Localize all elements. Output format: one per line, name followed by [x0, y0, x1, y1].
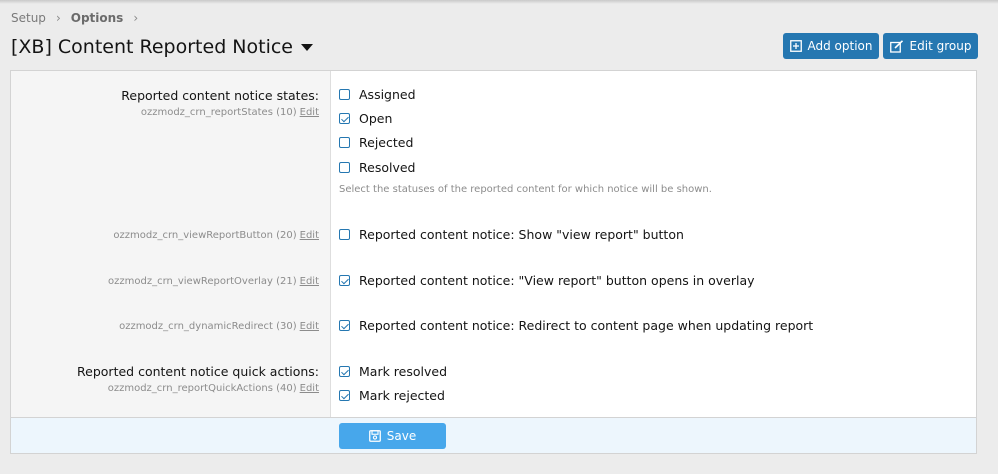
assigned-checkbox[interactable]: [339, 89, 350, 100]
view-report-overlay-edit-link[interactable]: Edit: [300, 276, 319, 287]
option-resolved[interactable]: Resolved: [339, 160, 415, 175]
dynamic-redirect-meta-text: ozzmodz_crn_dynamicRedirect (30): [119, 321, 297, 332]
view-report-overlay-checkbox[interactable]: [339, 275, 350, 286]
quick-actions-label-block: Reported content notice quick actions: o…: [77, 364, 319, 394]
option-open[interactable]: Open: [339, 111, 392, 126]
edit-group-label: Edit group: [909, 39, 972, 53]
option-view-report-button[interactable]: Reported content notice: Show "view repo…: [339, 227, 684, 242]
resolved-checkbox[interactable]: [339, 162, 350, 173]
save-icon: [368, 430, 381, 442]
dynamic-redirect-meta: ozzmodz_crn_dynamicRedirect (30) Edit: [119, 321, 319, 332]
view-report-overlay-meta: ozzmodz_crn_viewReportOverlay (21) Edit: [108, 276, 319, 287]
report-states-meta-text: ozzmodz_crn_reportStates (10): [140, 107, 297, 118]
save-button[interactable]: Save: [339, 423, 446, 449]
option-view-report-overlay[interactable]: Reported content notice: "View report" b…: [339, 273, 755, 288]
title-row: [XB] Content Reported Notice: [11, 36, 313, 58]
dynamic-redirect-label-block: ozzmodz_crn_dynamicRedirect (30) Edit: [119, 317, 319, 332]
caret-down-icon[interactable]: [301, 43, 313, 51]
dynamic-redirect-label: Reported content notice: Redirect to con…: [359, 318, 814, 333]
quick-actions-meta: ozzmodz_crn_reportQuickActions (40) Edit: [77, 383, 319, 394]
mark-resolved-checkbox[interactable]: [339, 366, 350, 377]
report-states-edit-link[interactable]: Edit: [300, 107, 319, 118]
chevron-right-icon: ›: [55, 11, 61, 25]
top-shadow: [0, 0, 998, 4]
view-report-overlay-label-block: ozzmodz_crn_viewReportOverlay (21) Edit: [108, 272, 319, 287]
chevron-right-icon: ›: [133, 11, 139, 25]
plus-square-icon: [789, 40, 802, 52]
resolved-label: Resolved: [359, 160, 416, 175]
option-mark-rejected[interactable]: Mark rejected: [339, 388, 445, 403]
option-assigned[interactable]: Assigned: [339, 87, 416, 102]
option-rejected[interactable]: Rejected: [339, 135, 413, 150]
open-label: Open: [359, 111, 393, 126]
page-title: [XB] Content Reported Notice: [11, 36, 293, 58]
view-report-button-meta-text: ozzmodz_crn_viewReportButton (20): [113, 230, 297, 241]
option-mark-resolved[interactable]: Mark resolved: [339, 364, 447, 379]
quick-actions-label: Reported content notice quick actions:: [77, 364, 319, 379]
rejected-checkbox[interactable]: [339, 137, 350, 148]
report-states-hint: Select the statuses of the reported cont…: [339, 184, 712, 195]
mark-rejected-checkbox[interactable]: [339, 390, 350, 401]
mark-resolved-label: Mark resolved: [359, 364, 448, 379]
option-dynamic-redirect[interactable]: Reported content notice: Redirect to con…: [339, 318, 813, 333]
save-label: Save: [386, 429, 417, 443]
options-panel: Reported content notice states: ozzmodz_…: [10, 70, 977, 454]
view-report-button-label-block: ozzmodz_crn_viewReportButton (20) Edit: [113, 226, 319, 241]
breadcrumb: Setup › Options ›: [11, 11, 148, 25]
view-report-overlay-meta-text: ozzmodz_crn_viewReportOverlay (21): [108, 276, 297, 287]
rejected-label: Rejected: [359, 135, 414, 150]
view-report-button-edit-link[interactable]: Edit: [300, 230, 319, 241]
mark-rejected-label: Mark rejected: [359, 388, 445, 403]
report-states-label-block: Reported content notice states: ozzmodz_…: [121, 88, 319, 118]
dynamic-redirect-edit-link[interactable]: Edit: [300, 321, 319, 332]
form-footer: Save: [11, 417, 976, 453]
report-states-label: Reported content notice states:: [121, 88, 319, 103]
edit-icon: [889, 39, 903, 53]
edit-group-button[interactable]: Edit group: [883, 33, 978, 59]
dynamic-redirect-checkbox[interactable]: [339, 320, 350, 331]
report-states-meta: ozzmodz_crn_reportStates (10) Edit: [121, 107, 319, 118]
quick-actions-edit-link[interactable]: Edit: [300, 383, 319, 394]
view-report-overlay-label: Reported content notice: "View report" b…: [359, 273, 755, 288]
add-option-button[interactable]: Add option: [783, 33, 879, 59]
view-report-button-checkbox[interactable]: [339, 229, 350, 240]
breadcrumb-setup[interactable]: Setup: [11, 11, 46, 25]
open-checkbox[interactable]: [339, 113, 350, 124]
view-report-button-meta: ozzmodz_crn_viewReportButton (20) Edit: [113, 230, 319, 241]
quick-actions-meta-text: ozzmodz_crn_reportQuickActions (40): [107, 383, 297, 394]
breadcrumb-options[interactable]: Options: [71, 11, 124, 25]
add-option-label: Add option: [807, 39, 873, 53]
view-report-button-label: Reported content notice: Show "view repo…: [359, 227, 684, 242]
assigned-label: Assigned: [359, 87, 416, 102]
